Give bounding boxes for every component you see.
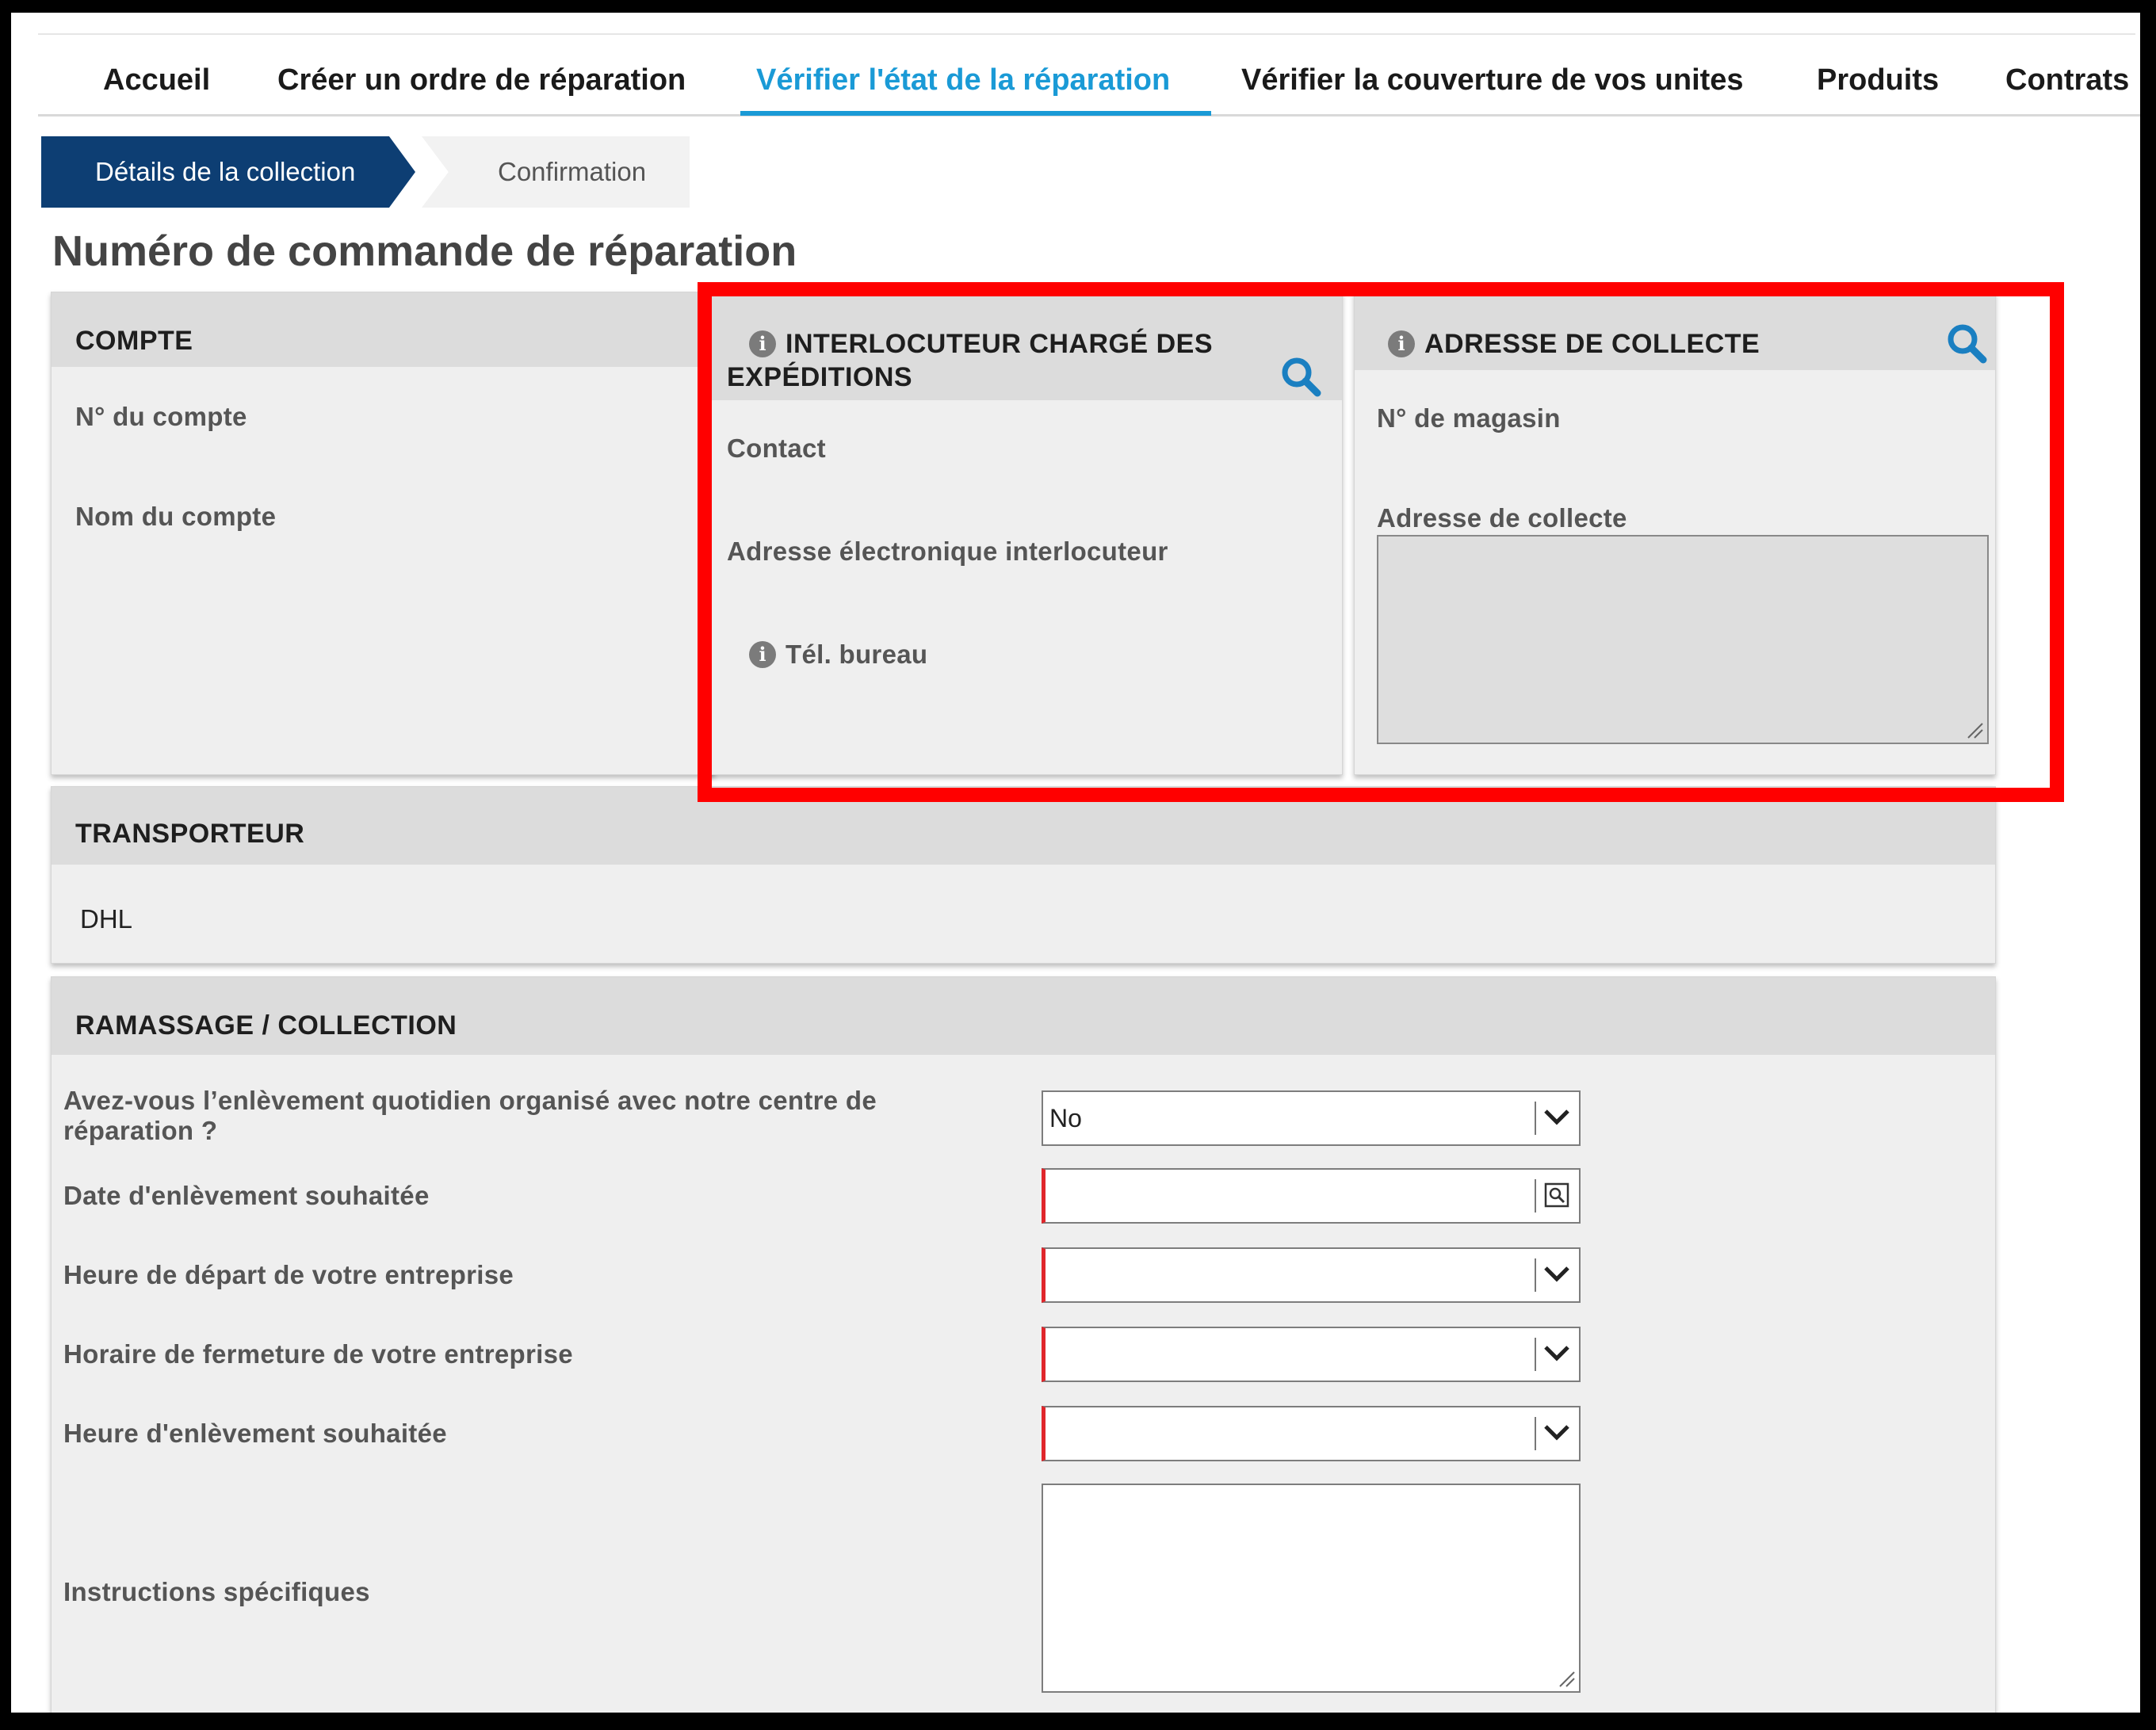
info-icon[interactable]: i (749, 641, 776, 668)
nav-item-accueil[interactable]: Accueil (103, 36, 210, 114)
enlevement-quotidien-value: No (1049, 1104, 1082, 1132)
date-enlevement-label: Date d'enlèvement souhaitée (63, 1181, 430, 1210)
calendar-icon[interactable] (1544, 1182, 1569, 1208)
select-separator (1535, 1102, 1536, 1135)
info-icon[interactable]: i (1388, 330, 1415, 357)
nav-active-underline (740, 111, 1211, 116)
nav-item-contrats[interactable]: Contrats (2005, 36, 2129, 114)
date-enlevement-input[interactable] (1042, 1168, 1581, 1224)
select-separator (1535, 1258, 1536, 1292)
info-icon[interactable]: i (749, 330, 776, 357)
chevron-down-icon[interactable] (1542, 1102, 1571, 1133)
step-details-collection[interactable]: Détails de la collection (41, 136, 415, 208)
email-interlocuteur-label: Adresse électronique interlocuteur (727, 537, 1168, 566)
nav-item-creer-ordre[interactable]: Créer un ordre de réparation (277, 36, 686, 114)
enlevement-quotidien-label-line2: réparation ? (63, 1116, 218, 1145)
tel-bureau-label: Tél. bureau (786, 640, 928, 669)
horaire-fermeture-select[interactable] (1042, 1327, 1581, 1382)
adresse-collecte-label: Adresse de collecte (1377, 503, 1627, 533)
chevron-down-icon[interactable] (1542, 1338, 1571, 1369)
top-divider (38, 33, 2135, 35)
interlocuteur-title-line1: INTERLOCUTEUR CHARGÉ DES (786, 329, 1214, 359)
chevron-down-icon[interactable] (1542, 1258, 1571, 1290)
main-nav: Accueil Créer un ordre de réparation Vér… (38, 36, 2140, 116)
transporteur-panel-header: TRANSPORTEUR (52, 787, 1995, 865)
nom-compte-label: Nom du compte (75, 502, 277, 531)
search-icon[interactable] (1944, 321, 1989, 365)
heure-enlevement-select[interactable] (1042, 1406, 1581, 1461)
step-confirmation[interactable]: Confirmation (422, 136, 690, 208)
page-title: Numéro de commande de réparation (52, 227, 797, 275)
enlevement-quotidien-label: Avez-vous l’enlèvement quotidien organis… (63, 1086, 877, 1115)
nav-item-verifier-etat[interactable]: Vérifier l'état de la réparation (756, 36, 1170, 114)
adresse-collecte-textarea[interactable] (1377, 535, 1989, 744)
nav-item-produits[interactable]: Produits (1817, 36, 1939, 114)
step-label: Détails de la collection (95, 157, 356, 186)
select-separator (1535, 1338, 1536, 1371)
interlocuteur-panel-header: i INTERLOCUTEUR CHARGÉ DES EXPÉDITIONS (703, 292, 1342, 400)
resize-grip-icon[interactable] (1555, 1667, 1576, 1688)
ramassage-title: RAMASSAGE / COLLECTION (75, 1010, 457, 1041)
heure-depart-select[interactable] (1042, 1247, 1581, 1303)
compte-panel-header: COMPTE (52, 292, 714, 367)
adresse-panel-header: i ADRESSE DE COLLECTE (1355, 292, 1995, 370)
contact-label: Contact (727, 433, 826, 463)
compte-panel: COMPTE N° du compte Nom du compte (51, 292, 715, 775)
nav-item-verifier-couverture[interactable]: Vérifier la couverture de vos unites (1241, 36, 1744, 114)
numero-compte-label: N° du compte (75, 402, 247, 431)
transporteur-title: TRANSPORTEUR (75, 819, 305, 849)
horaire-fermeture-label: Horaire de fermeture de votre entreprise (63, 1339, 573, 1369)
resize-grip-icon[interactable] (1963, 719, 1984, 739)
step-label: Confirmation (498, 157, 647, 186)
instructions-label: Instructions spécifiques (63, 1577, 370, 1606)
numero-magasin-label: N° de magasin (1377, 403, 1561, 433)
instructions-textarea[interactable] (1042, 1484, 1581, 1693)
input-separator (1535, 1179, 1536, 1213)
enlevement-quotidien-select[interactable]: No (1042, 1090, 1581, 1146)
heure-enlevement-label: Heure d'enlèvement souhaitée (63, 1419, 447, 1448)
heure-depart-label: Heure de départ de votre entreprise (63, 1260, 514, 1289)
adresse-collecte-panel: i ADRESSE DE COLLECTE N° de magasin Adre… (1354, 292, 1996, 775)
adresse-title: ADRESSE DE COLLECTE (1424, 329, 1760, 359)
transporteur-value: DHL (80, 904, 133, 934)
chevron-down-icon[interactable] (1542, 1417, 1571, 1449)
interlocuteur-title-line2: EXPÉDITIONS (727, 362, 913, 392)
ramassage-panel-header: RAMASSAGE / COLLECTION (52, 977, 1995, 1055)
select-separator (1535, 1417, 1536, 1450)
compte-title: COMPTE (75, 326, 193, 356)
transporteur-panel: TRANSPORTEUR DHL (51, 786, 1996, 964)
app-frame: Accueil Créer un ordre de réparation Vér… (11, 13, 2140, 1713)
search-icon[interactable] (1279, 354, 1323, 399)
interlocuteur-panel: i INTERLOCUTEUR CHARGÉ DES EXPÉDITIONS C… (702, 292, 1343, 775)
